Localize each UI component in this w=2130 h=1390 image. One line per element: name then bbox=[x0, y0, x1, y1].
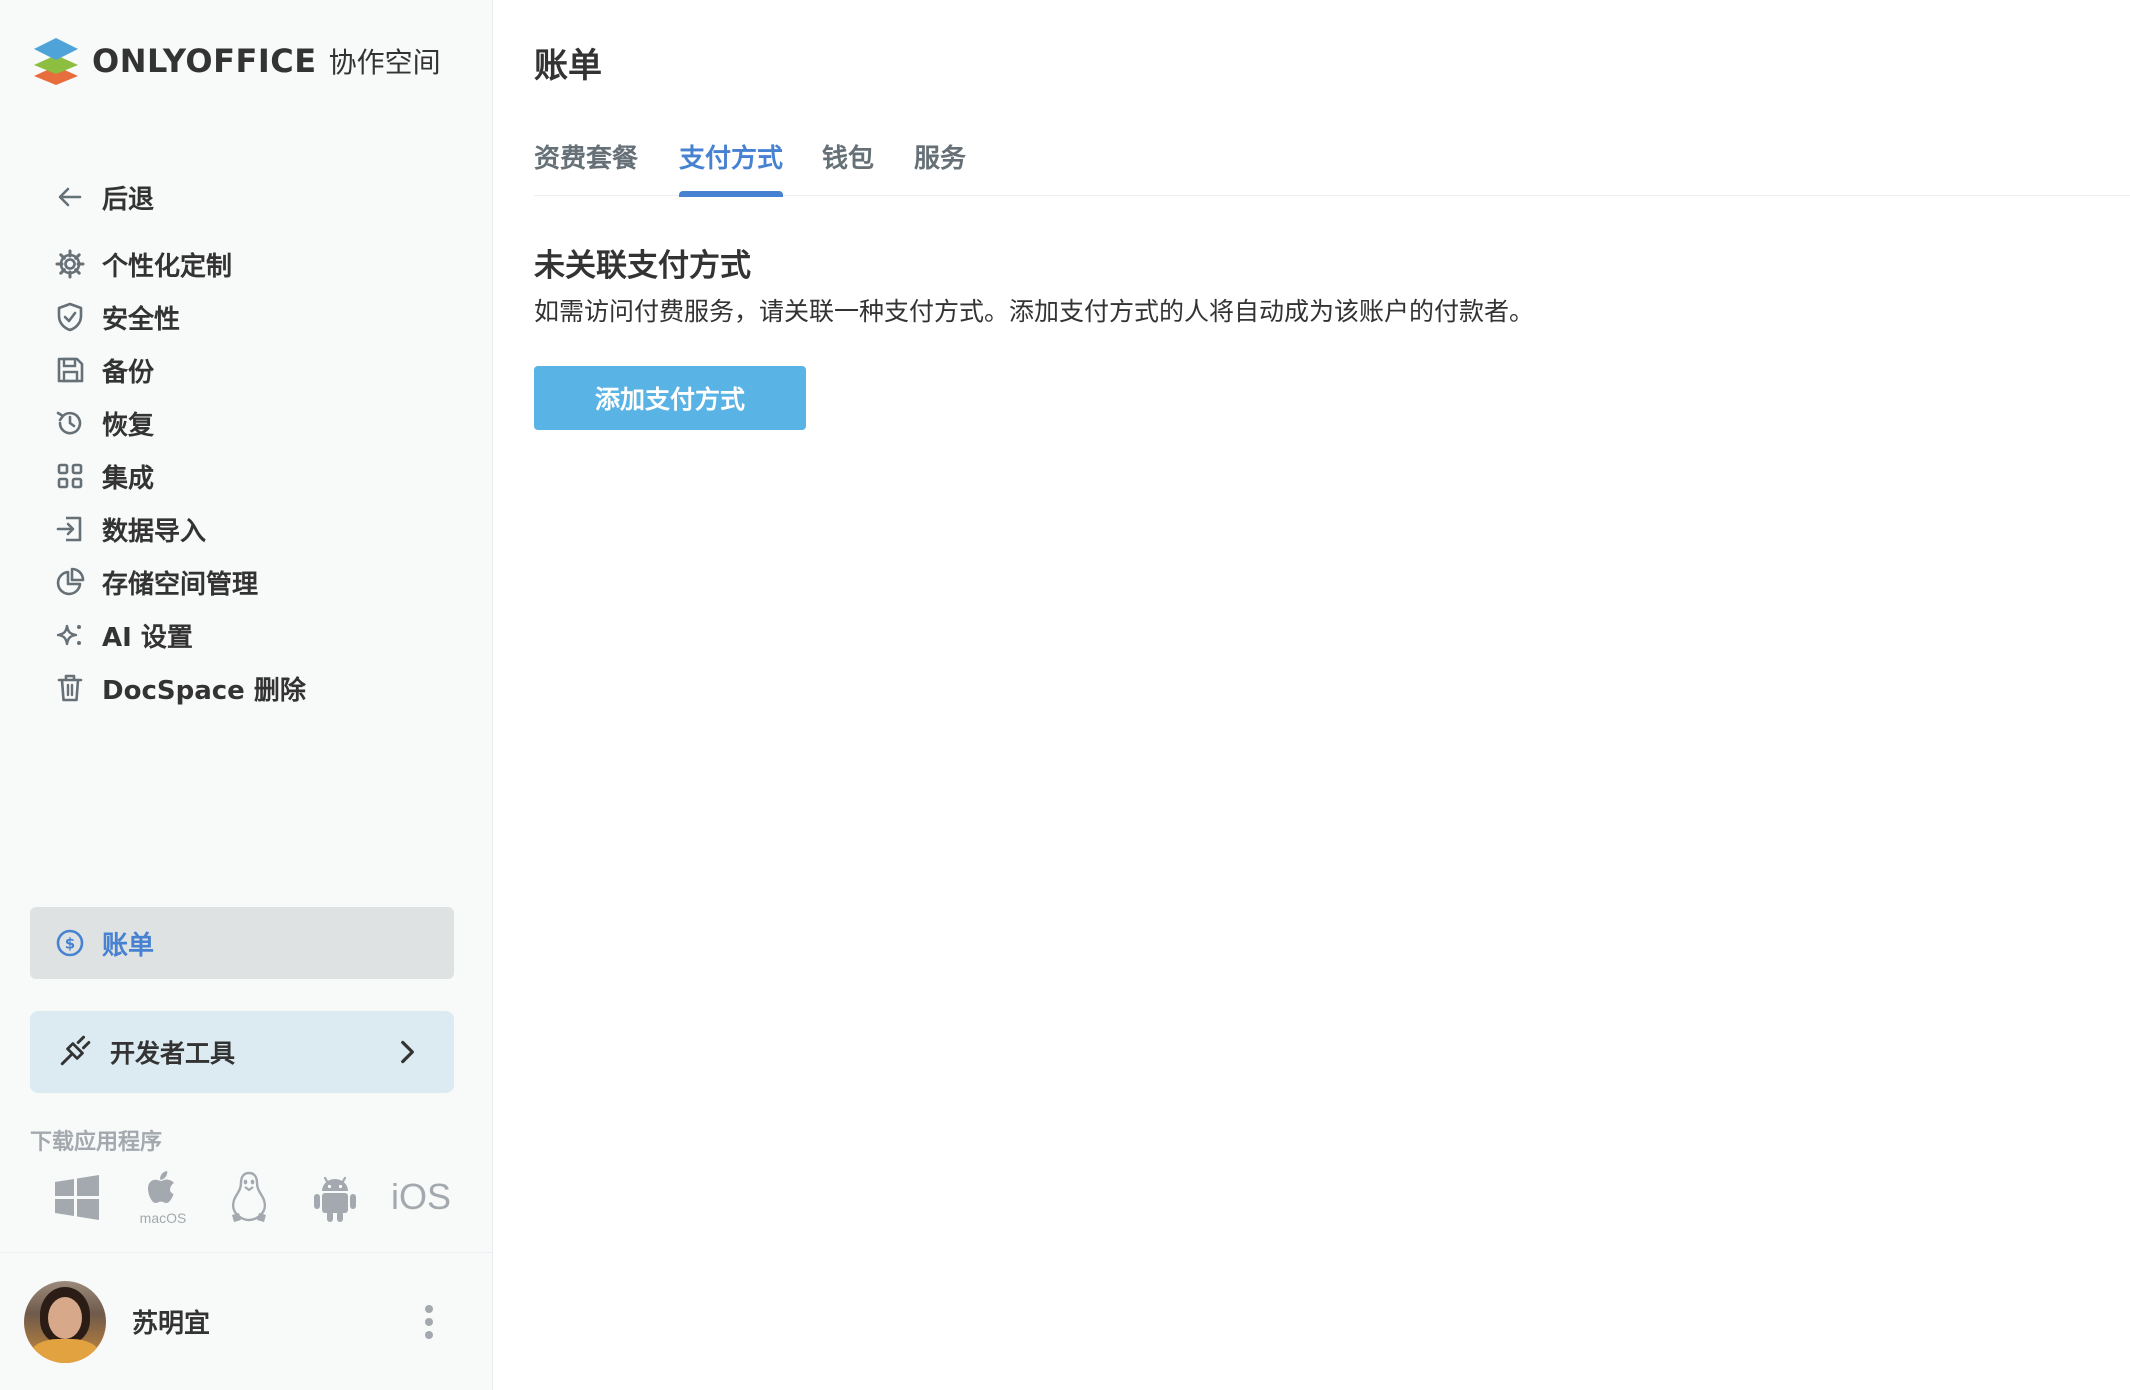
sidebar-item-label: 安全性 bbox=[102, 304, 181, 335]
section-title: 未关联支付方式 bbox=[534, 248, 751, 284]
sidebar-item-customization[interactable]: 个性化定制 bbox=[30, 234, 454, 294]
gear-icon bbox=[52, 246, 88, 282]
download-apps-title: 下载应用程序 bbox=[30, 1130, 163, 1155]
shield-icon bbox=[52, 299, 88, 335]
page-title: 账单 bbox=[534, 46, 602, 86]
tab-wallet[interactable]: 钱包 bbox=[822, 138, 874, 196]
android-icon bbox=[314, 1176, 356, 1222]
user-profile-bar[interactable]: 苏明宜 bbox=[0, 1252, 493, 1390]
history-icon bbox=[52, 405, 88, 441]
sidebar-item-label: 集成 bbox=[102, 463, 155, 494]
developer-tools-icon bbox=[58, 1034, 94, 1070]
main-content: 账单 资费套餐 支付方式 钱包 服务 未关联支付方式 如需访问付费服务，请关联一… bbox=[534, 0, 2130, 1390]
sidebar-item-storage-management[interactable]: 存储空间管理 bbox=[30, 552, 454, 612]
tab-payment-methods[interactable]: 支付方式 bbox=[679, 138, 784, 197]
sidebar-item-ai-settings[interactable]: AI 设置 bbox=[30, 605, 454, 665]
tab-label: 服务 bbox=[914, 144, 967, 174]
add-payment-method-button[interactable]: 添加支付方式 bbox=[534, 366, 806, 430]
tab-services[interactable]: 服务 bbox=[914, 138, 966, 196]
brand-name: ONLYOFFICE bbox=[92, 42, 317, 80]
grid-icon bbox=[52, 458, 88, 494]
avatar[interactable] bbox=[24, 1280, 106, 1363]
tab-tariff-plans[interactable]: 资费套餐 bbox=[534, 138, 638, 196]
tab-label: 支付方式 bbox=[679, 144, 784, 174]
sidebar-item-billing[interactable]: $ 账单 bbox=[30, 907, 454, 979]
save-icon bbox=[52, 352, 88, 388]
sidebar-item-label: 账单 bbox=[102, 930, 155, 961]
sidebar-item-data-import[interactable]: 数据导入 bbox=[30, 499, 454, 559]
onlyoffice-logo-icon bbox=[34, 38, 78, 85]
sidebar-item-label: DocSpace 删除 bbox=[102, 675, 306, 706]
section-description: 如需访问付费服务，请关联一种支付方式。添加支付方式的人将自动成为该账户的付款者。 bbox=[534, 297, 1535, 326]
macos-label: macOS bbox=[139, 1209, 187, 1226]
trash-icon bbox=[52, 670, 88, 706]
import-icon bbox=[52, 511, 88, 547]
download-apps-list: macOS iOS bbox=[34, 1164, 464, 1230]
sidebar-item-docspace-deletion[interactable]: DocSpace 删除 bbox=[30, 658, 454, 718]
tab-label: 钱包 bbox=[822, 144, 875, 174]
chevron-right-icon bbox=[401, 1040, 414, 1064]
sidebar-item-backup[interactable]: 备份 bbox=[30, 340, 454, 400]
sidebar-item-label: 恢复 bbox=[102, 410, 155, 441]
dollar-icon: $ bbox=[52, 925, 88, 961]
sidebar-item-integration[interactable]: 集成 bbox=[30, 446, 454, 506]
windows-app-link[interactable] bbox=[34, 1164, 120, 1230]
sparkle-icon bbox=[52, 617, 88, 653]
arrow-left-icon bbox=[52, 179, 88, 215]
active-tab-indicator bbox=[679, 191, 784, 197]
sidebar-item-restore[interactable]: 恢复 bbox=[30, 393, 454, 453]
sidebar-item-security[interactable]: 安全性 bbox=[30, 287, 454, 347]
logo[interactable]: ONLYOFFICE 协作空间 bbox=[30, 36, 441, 86]
pie-chart-icon bbox=[52, 564, 88, 600]
windows-icon bbox=[55, 1175, 99, 1220]
billing-tabs: 资费套餐 支付方式 钱包 服务 bbox=[534, 138, 2130, 197]
apple-icon bbox=[148, 1170, 174, 1203]
sidebar-item-label: 数据导入 bbox=[102, 516, 207, 547]
sidebar-item-label: 存储空间管理 bbox=[102, 569, 259, 600]
linux-app-link[interactable] bbox=[206, 1164, 292, 1230]
developer-tools-label: 开发者工具 bbox=[110, 1039, 236, 1068]
android-app-link[interactable] bbox=[292, 1164, 378, 1230]
sidebar: ONLYOFFICE 协作空间 后退 个性化定制 安全性 备份 恢复 集成 数据… bbox=[0, 0, 493, 1390]
linux-icon bbox=[232, 1171, 266, 1222]
sidebar-item-label: 个性化定制 bbox=[102, 251, 233, 282]
more-options-button[interactable] bbox=[409, 1302, 449, 1342]
macos-app-link[interactable]: macOS bbox=[120, 1164, 206, 1230]
sidebar-item-label: 备份 bbox=[102, 357, 155, 388]
ios-icon: iOS bbox=[390, 1176, 451, 1217]
tab-label: 资费套餐 bbox=[534, 144, 639, 174]
developer-tools-button[interactable]: 开发者工具 bbox=[30, 1011, 454, 1093]
sidebar-item-label: AI 设置 bbox=[102, 622, 193, 653]
vertical-dots-icon bbox=[425, 1304, 433, 1339]
user-name: 苏明宜 bbox=[132, 1309, 211, 1339]
svg-text:$: $ bbox=[65, 935, 75, 953]
back-label: 后退 bbox=[102, 184, 155, 215]
ios-app-link[interactable]: iOS bbox=[378, 1164, 464, 1230]
brand-subtitle: 协作空间 bbox=[328, 46, 441, 79]
back-button[interactable]: 后退 bbox=[30, 167, 454, 227]
